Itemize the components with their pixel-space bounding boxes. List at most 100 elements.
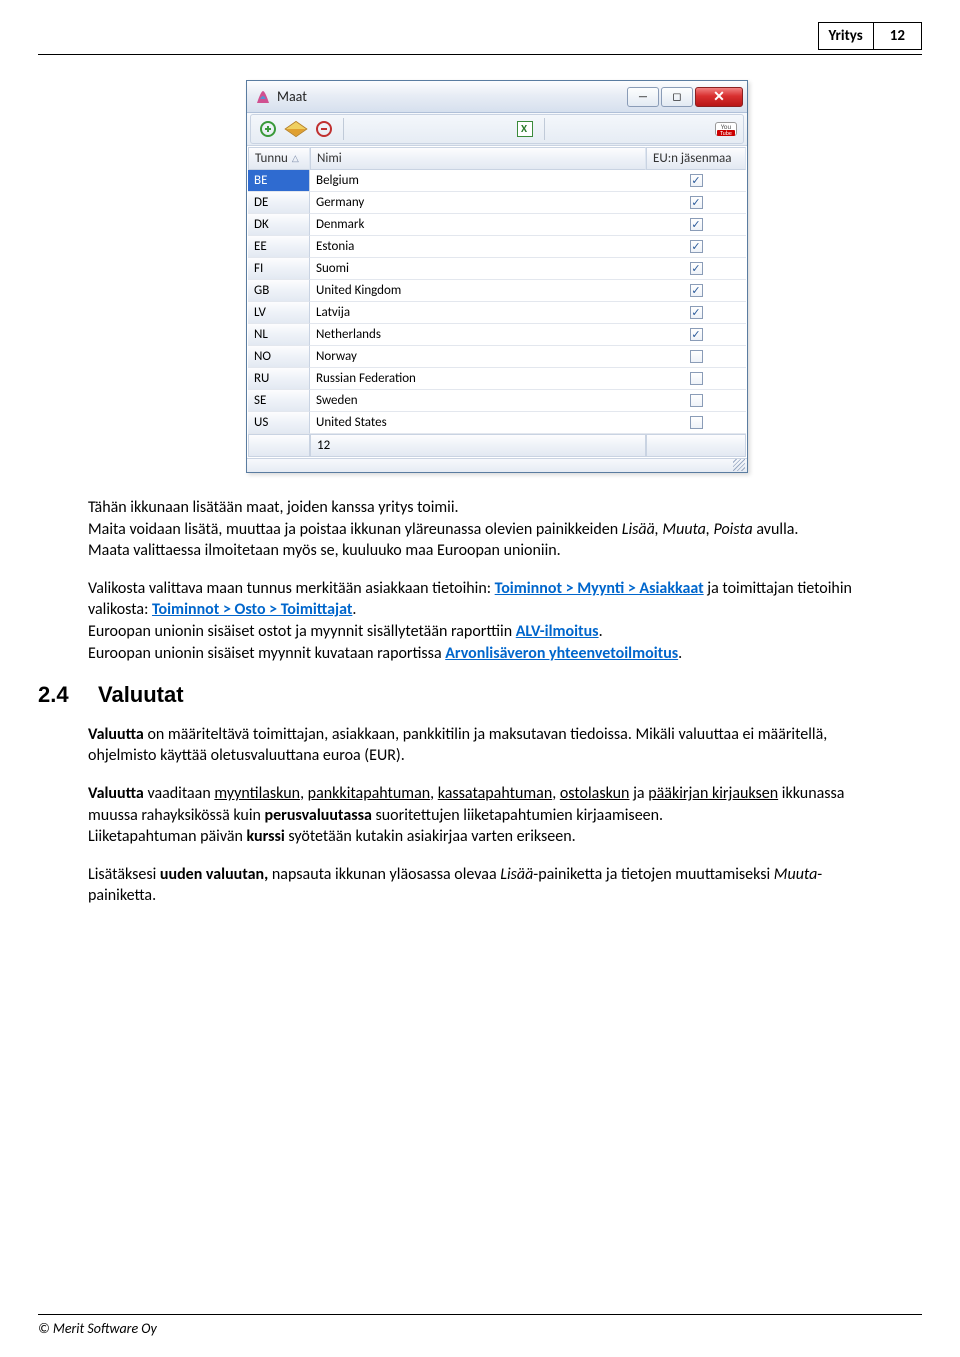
link-cash-transaction[interactable]: kassatapahtuman [438, 784, 552, 803]
checkbox[interactable]: ✓ [690, 240, 703, 253]
link-bank-transaction[interactable]: pankkitapahtuman [308, 784, 430, 803]
cell-name: United Kingdom [310, 280, 646, 302]
checkbox[interactable]: ✓ [690, 196, 703, 209]
header-rule [38, 54, 922, 55]
cell-name: United States [310, 412, 646, 434]
cell-eu: ✓ [646, 302, 746, 324]
table-row[interactable]: NONorway [248, 346, 746, 368]
table-row[interactable]: DKDenmark ✓ [248, 214, 746, 236]
cell-eu: ✓ [646, 280, 746, 302]
footer-copyright: © Merit Software Oy [38, 1320, 157, 1337]
sort-asc-icon: △ [292, 153, 299, 164]
titlebar[interactable]: Maat — ◻ ✕ [247, 81, 747, 113]
checkbox[interactable]: ✓ [690, 218, 703, 231]
cell-name: Denmark [310, 214, 646, 236]
checkbox[interactable]: ✓ [690, 174, 703, 187]
col-name[interactable]: Nimi [310, 147, 646, 170]
grid-footer: 12 [248, 434, 746, 457]
toolbar-separator [343, 118, 344, 140]
cell-code: DE [248, 192, 310, 214]
checkbox[interactable]: ✓ [690, 284, 703, 297]
cell-code: LV [248, 302, 310, 324]
close-button[interactable]: ✕ [695, 87, 743, 107]
youtube-help-button[interactable] [715, 118, 737, 140]
cell-eu: ✓ [646, 236, 746, 258]
table-row[interactable]: RURussian Federation [248, 368, 746, 390]
table-row[interactable]: DEGermany✓ [248, 192, 746, 214]
cell-name: Norway [310, 346, 646, 368]
link-vat-summary[interactable]: Arvonlisäveron yhteenvetoilmoitus [445, 644, 678, 663]
excel-icon [517, 121, 533, 137]
edit-button[interactable] [285, 118, 307, 140]
footer-rule [38, 1314, 922, 1315]
table-row[interactable]: NLNetherlands ✓ [248, 324, 746, 346]
maximize-button[interactable]: ◻ [661, 87, 693, 107]
cell-name: Russian Federation [310, 368, 646, 390]
link-customers[interactable]: Toiminnot > Myynti > Asiakkaat [495, 579, 704, 598]
add-button[interactable] [257, 118, 279, 140]
checkbox[interactable]: ✓ [690, 306, 703, 319]
cell-code: DK [248, 214, 310, 236]
table-row[interactable]: GBUnited Kingdom ✓ [248, 280, 746, 302]
plus-icon [260, 121, 276, 137]
header-page-number: 12 [874, 22, 922, 50]
checkbox[interactable] [690, 394, 703, 407]
cell-eu: ✓ [646, 258, 746, 280]
window-title: Maat [277, 88, 625, 105]
minimize-button[interactable]: — [627, 87, 659, 107]
col-eu[interactable]: EU:n jäsenmaa [646, 147, 746, 170]
table-row[interactable]: BEBelgium✓ [248, 170, 746, 192]
link-vat-report[interactable]: ALV-ilmoitus [516, 622, 599, 641]
checkbox[interactable] [690, 372, 703, 385]
countries-grid[interactable]: Tunnu △ Nimi EU:n jäsenmaa BEBelgium✓DEG… [247, 146, 747, 458]
link-suppliers[interactable]: Toiminnot > Osto > Toimittajat [152, 600, 352, 619]
pencil-icon [284, 121, 307, 137]
cell-eu [646, 390, 746, 412]
cell-code: NO [248, 346, 310, 368]
section-title: Valuutat [98, 680, 184, 710]
link-journal-entry[interactable]: pääkirjan kirjauksen [648, 784, 778, 803]
cell-name: Latvija [310, 302, 646, 324]
checkbox[interactable] [690, 350, 703, 363]
cell-eu: ✓ [646, 192, 746, 214]
grid-header[interactable]: Tunnu △ Nimi EU:n jäsenmaa [248, 147, 746, 170]
delete-button[interactable] [313, 118, 335, 140]
checkbox[interactable] [690, 416, 703, 429]
cell-code: FI [248, 258, 310, 280]
link-purchase-invoice[interactable]: ostolaskun [560, 784, 630, 803]
page-header: Yritys 12 [818, 22, 923, 50]
resize-grip[interactable] [733, 459, 745, 471]
table-row[interactable]: EEEstonia✓ [248, 236, 746, 258]
table-row[interactable]: SESweden [248, 390, 746, 412]
table-row[interactable]: USUnited States [248, 412, 746, 434]
cell-code: US [248, 412, 310, 434]
col-code[interactable]: Tunnu △ [248, 147, 310, 170]
cell-name: Belgium [310, 170, 646, 192]
cell-name: Sweden [310, 390, 646, 412]
export-excel-button[interactable] [514, 118, 536, 140]
table-row[interactable]: FISuomi ✓ [248, 258, 746, 280]
table-row[interactable]: LVLatvija ✓ [248, 302, 746, 324]
toolbar-separator [544, 118, 545, 140]
checkbox[interactable]: ✓ [690, 328, 703, 341]
checkbox[interactable]: ✓ [690, 262, 703, 275]
app-icon [255, 89, 271, 105]
cell-code: SE [248, 390, 310, 412]
cell-code: RU [248, 368, 310, 390]
link-sales-invoice[interactable]: myyntilaskun [214, 784, 300, 803]
cell-code: GB [248, 280, 310, 302]
statusbar [247, 458, 747, 472]
cell-eu [646, 346, 746, 368]
row-count: 12 [310, 434, 646, 457]
cell-code: NL [248, 324, 310, 346]
cell-eu [646, 412, 746, 434]
cell-eu: ✓ [646, 324, 746, 346]
cell-name: Suomi [310, 258, 646, 280]
youtube-icon [715, 122, 737, 136]
cell-name: Estonia [310, 236, 646, 258]
cell-eu: ✓ [646, 170, 746, 192]
header-section-label: Yritys [818, 22, 874, 50]
cell-name: Netherlands [310, 324, 646, 346]
minus-icon [316, 121, 332, 137]
section-number: 2.4 [38, 680, 98, 710]
